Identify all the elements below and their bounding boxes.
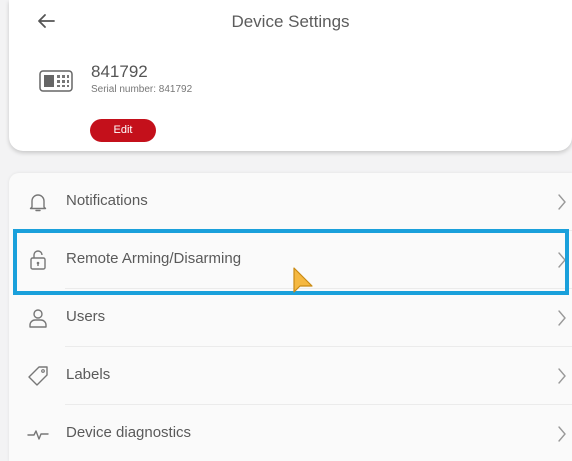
- page-title: Device Settings: [231, 12, 350, 31]
- serial-number: Serial number: 841792: [91, 84, 193, 95]
- bell-icon: [29, 194, 47, 212]
- device-settings-page: Device Settings 841792 Serial number: 84…: [0, 0, 572, 461]
- menu-item-label: Labels: [66, 366, 111, 383]
- chevron-right-icon: [558, 194, 566, 210]
- menu-item-label: Device diagnostics: [66, 424, 192, 441]
- pulse-icon: [27, 430, 49, 440]
- tag-icon: [28, 366, 48, 386]
- user-icon: [29, 309, 47, 328]
- device-header-card: Device Settings 841792 Serial number: 84…: [9, 0, 572, 151]
- menu-item-label: Remote Arming/Disarming: [66, 250, 242, 267]
- device-name: 841792: [91, 62, 148, 81]
- menu-item-label: Users: [66, 308, 106, 325]
- chevron-right-icon: [558, 368, 566, 384]
- settings-menu: Notifications Remote Arming/Disarming Us…: [9, 173, 572, 461]
- menu-item-users[interactable]: Users: [9, 289, 572, 347]
- menu-item-device-diagnostics[interactable]: Device diagnostics: [9, 405, 572, 461]
- edit-button[interactable]: Edit: [90, 119, 156, 142]
- mouse-cursor-icon: [293, 267, 313, 293]
- menu-item-label: Notifications: [66, 192, 148, 209]
- menu-item-labels[interactable]: Labels: [9, 347, 572, 405]
- chevron-right-icon: [558, 252, 566, 268]
- chevron-right-icon: [558, 310, 566, 326]
- lock-icon: [30, 250, 46, 270]
- menu-item-notifications[interactable]: Notifications: [9, 173, 572, 231]
- keypad-icon: [39, 70, 73, 92]
- chevron-right-icon: [558, 426, 566, 442]
